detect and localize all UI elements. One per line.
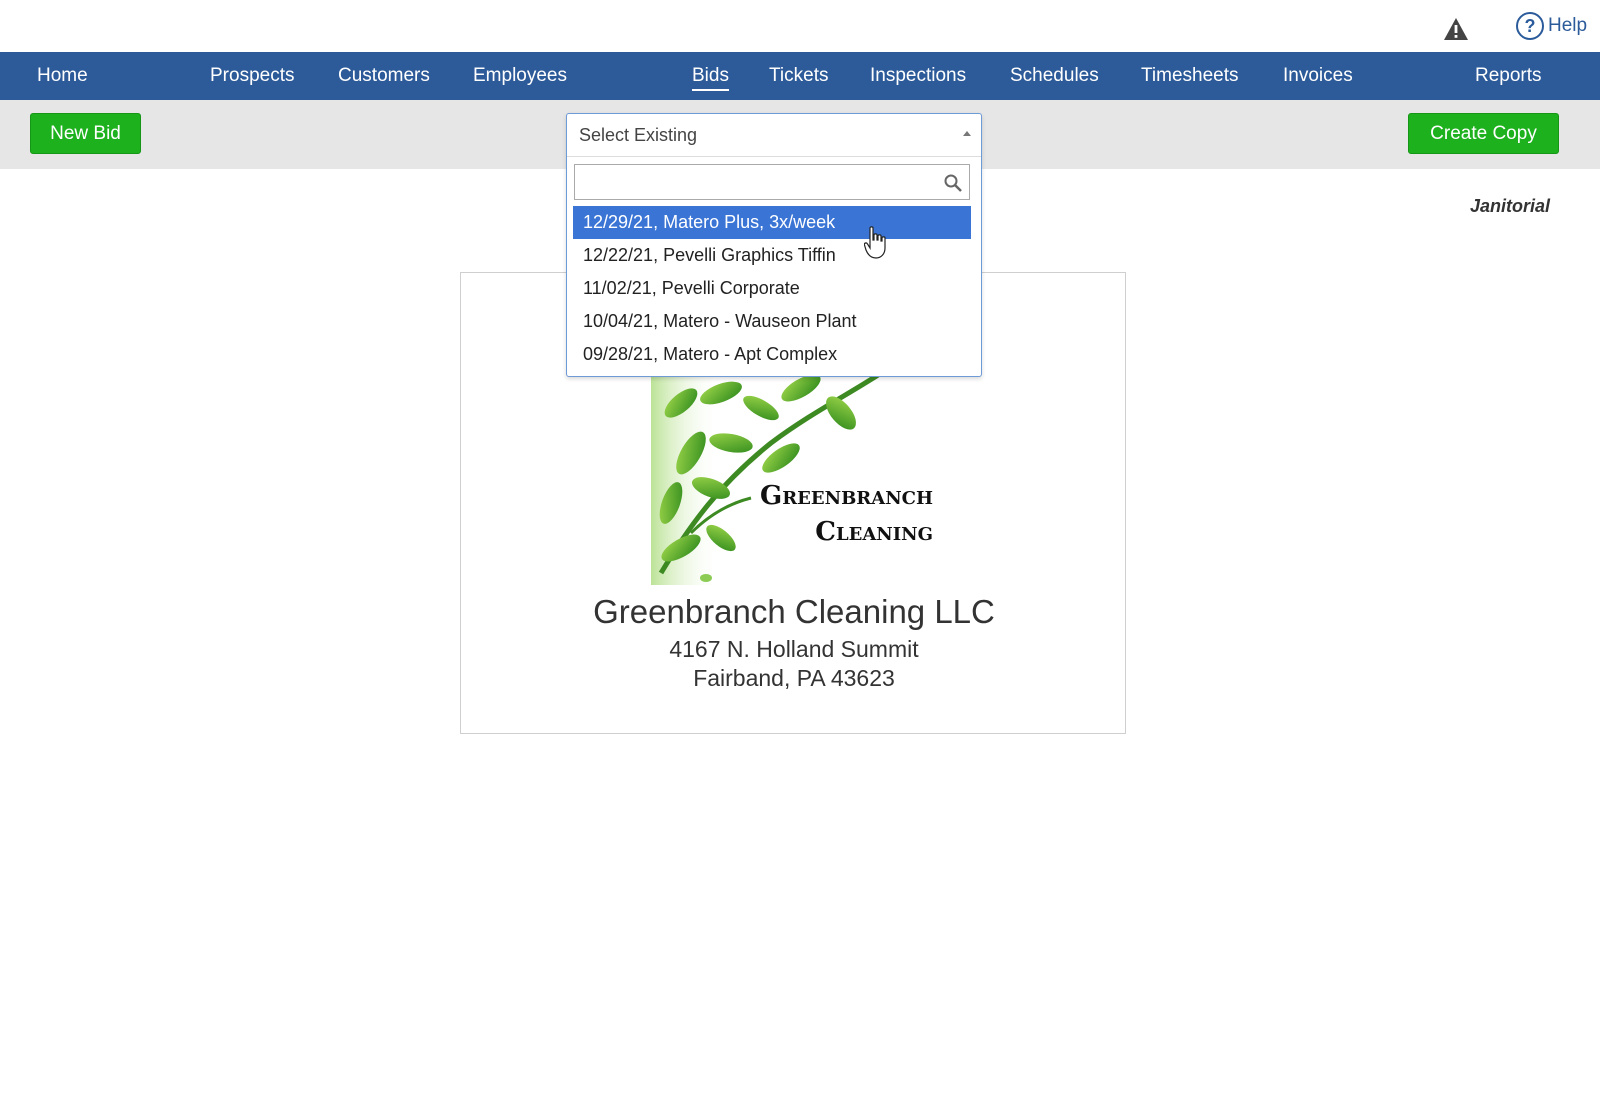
company-address-line2: Fairband, PA 43623	[693, 665, 895, 691]
nav-item-invoices[interactable]: Invoices	[1283, 52, 1353, 100]
nav-item-customers[interactable]: Customers	[338, 52, 430, 100]
bid-category-label: Janitorial	[1470, 196, 1551, 216]
nav-item-bids[interactable]: Bids	[692, 52, 729, 100]
nav-item-prospects[interactable]: Prospects	[210, 52, 294, 100]
caret-up-icon	[963, 131, 971, 136]
dropdown-option[interactable]: 12/22/21, Pevelli Graphics Tiffin	[573, 239, 971, 272]
select-existing-value: Select Existing	[579, 125, 698, 145]
question-circle-icon: ?	[1516, 12, 1544, 40]
select-existing-toggle[interactable]: Select Existing	[567, 114, 981, 157]
logo-wordmark-line2: Cleaning	[815, 517, 933, 547]
dropdown-search-input[interactable]	[575, 165, 925, 199]
nav-item-tickets[interactable]: Tickets	[769, 52, 828, 100]
dropdown-option[interactable]: 09/28/21, Matero - Apt Complex	[573, 338, 971, 371]
dropdown-option[interactable]: 12/29/21, Matero Plus, 3x/week	[573, 206, 971, 239]
company-address-line1: 4167 N. Holland Summit	[669, 636, 919, 662]
logo-wordmark-line1: Greenbranch	[760, 481, 933, 511]
dropdown-options-list: 12/29/21, Matero Plus, 3x/week 12/22/21,…	[573, 206, 971, 371]
search-icon	[944, 174, 962, 192]
dropdown-search-field[interactable]	[574, 164, 970, 200]
nav-item-home[interactable]: Home	[37, 52, 88, 100]
select-existing-dropdown[interactable]: Select Existing 12/29/21, Matero Plus, 3…	[566, 113, 982, 377]
dropdown-option[interactable]: 10/04/21, Matero - Wauseon Plant	[573, 305, 971, 338]
company-name: Greenbranch Cleaning LLC	[593, 593, 995, 630]
dropdown-option[interactable]: 11/02/21, Pevelli Corporate	[573, 272, 971, 305]
main-nav: Home Prospects Customers Employees Bids …	[0, 52, 1600, 100]
nav-item-reports[interactable]: Reports	[1475, 52, 1542, 100]
new-bid-button[interactable]: New Bid	[30, 113, 141, 154]
nav-item-employees[interactable]: Employees	[473, 52, 567, 100]
help-link[interactable]: ? Help	[1516, 12, 1587, 40]
create-copy-button[interactable]: Create Copy	[1408, 113, 1559, 154]
warning-triangle-icon[interactable]	[1442, 16, 1470, 42]
nav-item-schedules[interactable]: Schedules	[1010, 52, 1099, 100]
nav-item-timesheets[interactable]: Timesheets	[1141, 52, 1239, 100]
nav-item-inspections[interactable]: Inspections	[870, 52, 966, 100]
help-label: Help	[1548, 15, 1588, 36]
top-utility-bar: ? Help	[0, 0, 1600, 52]
